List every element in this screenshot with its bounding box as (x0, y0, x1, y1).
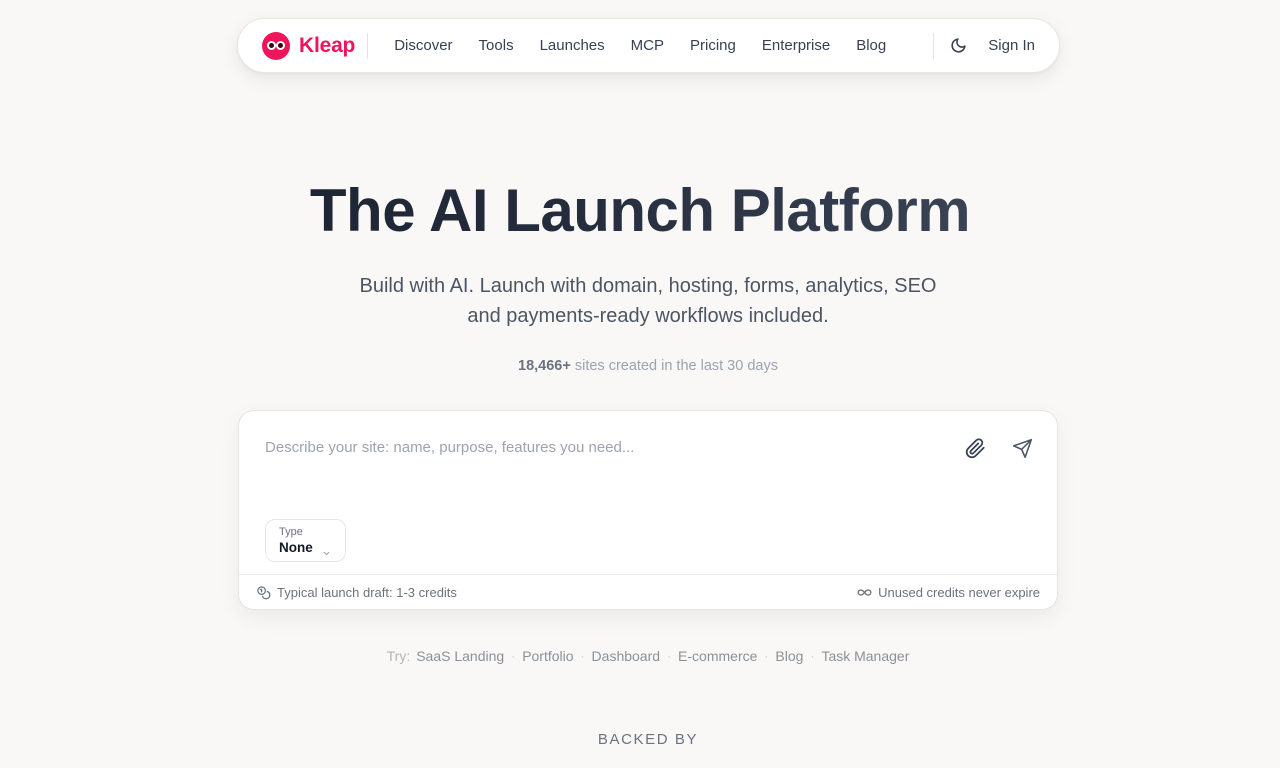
paperclip-icon[interactable] (962, 435, 988, 461)
suggestion-task-manager[interactable]: Task Manager (821, 648, 909, 664)
credits-estimate: Typical launch draft: 1-3 credits (256, 585, 457, 600)
prompt-card: Type None Typical launch draft: 1-3 cred… (238, 410, 1058, 610)
suggestions-label: Try: (386, 648, 411, 664)
type-dropdown-value: None (279, 540, 313, 555)
suggestion-row: Try: SaaS Landing · Portfolio · Dashboar… (0, 648, 1280, 664)
site-description-input[interactable] (265, 435, 925, 459)
separator-dot: · (667, 649, 672, 663)
hero-subtitle-line-2: and payments-ready workflows included. (467, 305, 829, 327)
prompt-card-footer: Typical launch draft: 1-3 credits Unused… (239, 574, 1057, 609)
kleap-logo-icon (262, 31, 290, 60)
credits-expiry-note: Unused credits never expire (857, 585, 1040, 600)
credits-expiry-text: Unused credits never expire (878, 584, 1040, 600)
sites-created-stat: 18,466+ sites created in the last 30 day… (0, 358, 1280, 374)
nav-link-tools[interactable]: Tools (479, 37, 514, 54)
brand-logo-link[interactable]: Kleap (262, 31, 356, 60)
stat-count: 18,466+ (518, 358, 571, 374)
send-icon[interactable] (1009, 435, 1035, 461)
separator-dot: · (810, 649, 815, 663)
type-dropdown-label: Type (279, 526, 303, 538)
moon-icon[interactable] (948, 36, 968, 56)
brand-name: Kleap (299, 33, 356, 57)
backed-by-heading: BACKED BY (597, 731, 699, 748)
separator-dot: · (511, 649, 516, 663)
hero-title: The AI Launch Platform (0, 176, 1280, 245)
chevron-down-icon (322, 545, 331, 563)
hero-subtitle-line-1: Build with AI. Launch with domain, hosti… (359, 275, 937, 297)
sign-in-link[interactable]: Sign In (988, 37, 1035, 54)
nav-link-launches[interactable]: Launches (540, 37, 605, 54)
nav-link-discover[interactable]: Discover (394, 37, 452, 54)
hero-subtitle: Build with AI. Launch with domain, hosti… (290, 271, 1006, 331)
nav-link-mcp[interactable]: MCP (631, 37, 664, 54)
infinity-icon (857, 585, 872, 600)
type-dropdown[interactable]: Type None (265, 519, 346, 562)
nav-link-pricing[interactable]: Pricing (690, 37, 736, 54)
nav-links: Discover Tools Launches MCP Pricing Ente… (394, 37, 886, 54)
nav-divider-right (933, 32, 935, 59)
nav-link-enterprise[interactable]: Enterprise (762, 37, 830, 54)
separator-dot: · (580, 649, 585, 663)
nav-right: Sign In (933, 32, 1035, 59)
suggestion-dashboard[interactable]: Dashboard (592, 648, 661, 664)
nav-divider (367, 32, 369, 59)
suggestion-e-commerce[interactable]: E-commerce (678, 648, 757, 664)
suggestion-portfolio[interactable]: Portfolio (522, 648, 573, 664)
stat-text: sites created in the last 30 days (574, 358, 778, 374)
credits-estimate-text: Typical launch draft: 1-3 credits (277, 584, 457, 600)
top-nav: Kleap Discover Tools Launches MCP Pricin… (237, 18, 1060, 73)
suggestion-saas-landing[interactable]: SaaS Landing (416, 648, 504, 664)
coins-icon (256, 585, 271, 600)
suggestion-blog[interactable]: Blog (775, 648, 803, 664)
separator-dot: · (764, 649, 769, 663)
nav-link-blog[interactable]: Blog (856, 37, 886, 54)
page: Kleap Discover Tools Launches MCP Pricin… (0, 0, 1280, 768)
